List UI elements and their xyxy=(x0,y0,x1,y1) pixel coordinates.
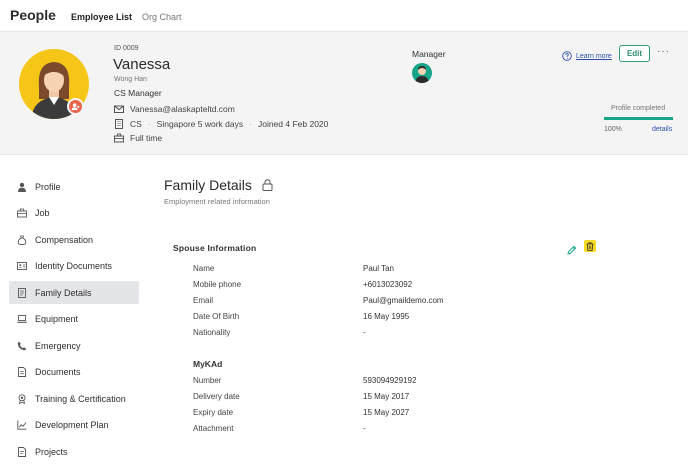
field-value-mobile: +6013023092 xyxy=(363,280,413,289)
laptop-icon xyxy=(17,314,27,324)
employee-name: Vanessa xyxy=(113,56,171,73)
sidebar-item-label: Equipment xyxy=(35,314,79,324)
field-label-nationality: Nationality xyxy=(193,328,231,337)
employee-location: Singapore 5 work days xyxy=(156,119,244,129)
learn-more-link[interactable]: Learn more xyxy=(562,51,612,61)
profile-progress-fill xyxy=(604,117,673,120)
employee-id: ID 0009 xyxy=(114,45,139,52)
email-row: Vanessa@alaskapteltd.com xyxy=(114,104,235,114)
separator-dot: · xyxy=(249,119,252,129)
document-icon xyxy=(17,367,27,377)
section-subtitle: Employment related information xyxy=(164,197,270,206)
sidebar-item-label: Development Plan xyxy=(35,420,109,430)
sidebar-item-label: Emergency xyxy=(35,340,81,351)
sidebar-item-label: Profile xyxy=(35,181,61,192)
sidebar-item-development-plan[interactable]: Development Plan xyxy=(9,414,139,437)
tab-org-chart[interactable]: Org Chart xyxy=(142,12,182,22)
field-label-delivery-date: Delivery date xyxy=(193,392,240,401)
section-title-text: Family Details xyxy=(164,177,252,193)
money-bag-icon xyxy=(17,235,27,245)
employee-title: CS Manager xyxy=(114,88,162,98)
family-doc-icon xyxy=(17,287,27,298)
field-value-number: 593094929192 xyxy=(363,376,417,385)
edit-button[interactable]: Edit xyxy=(619,45,650,62)
employee-joined: Joined 4 Feb 2020 xyxy=(257,119,329,129)
delete-trash-icon[interactable] xyxy=(584,240,596,252)
manager-label: Manager xyxy=(412,49,446,59)
phone-icon xyxy=(17,341,27,351)
field-label-name: Name xyxy=(193,264,215,273)
field-value-attachment[interactable]: - xyxy=(363,424,366,433)
field-label-mobile: Mobile phone xyxy=(193,280,242,289)
sidebar-item-identity-documents[interactable]: Identity Documents xyxy=(9,255,139,278)
employment-type-row: Full time xyxy=(114,133,162,143)
lock-icon xyxy=(262,179,273,191)
manager-avatar[interactable] xyxy=(412,63,432,83)
profile-progress-bar xyxy=(604,117,673,120)
app-title: People xyxy=(10,7,56,23)
separator-dot: · xyxy=(147,119,151,129)
spouse-info-heading: Spouse Information xyxy=(173,243,257,253)
id-card-icon xyxy=(17,261,27,271)
building-icon xyxy=(114,119,124,129)
sidebar-item-label: Training & Certification xyxy=(35,393,126,404)
employee-alt-name: Wong Han xyxy=(114,76,147,83)
org-row: CS · Singapore 5 work days · Joined 4 Fe… xyxy=(114,119,328,129)
edit-pencil-icon[interactable] xyxy=(567,242,577,255)
field-value-expiry-date: 15 May 2027 xyxy=(363,408,410,417)
more-options-icon[interactable]: ··· xyxy=(657,46,670,57)
field-label-email: Email xyxy=(193,296,214,305)
mykad-heading: MyKAd xyxy=(193,359,223,369)
field-label-expiry-date: Expiry date xyxy=(193,408,234,417)
sidebar-item-label: Compensation xyxy=(35,234,94,245)
sidebar-nav: Profile Job Compensation Identity Docume… xyxy=(9,175,139,466)
sidebar-item-equipment[interactable]: Equipment xyxy=(9,308,139,331)
sidebar-item-compensation[interactable]: Compensation xyxy=(9,228,139,251)
sidebar-item-label: Identity Documents xyxy=(35,261,113,271)
sidebar-item-label: Documents xyxy=(35,367,81,377)
employee-employment-type: Full time xyxy=(130,133,163,143)
sidebar-item-training-certification[interactable]: Training & Certification xyxy=(9,387,139,410)
field-label-dob: Date Of Birth xyxy=(193,312,240,321)
user-icon xyxy=(17,182,27,192)
sidebar-item-emergency[interactable]: Emergency xyxy=(9,334,139,357)
sidebar-item-label: Projects xyxy=(35,446,68,457)
mail-icon xyxy=(114,104,124,114)
profile-details-link[interactable]: details xyxy=(652,126,672,133)
award-icon xyxy=(17,393,27,404)
section-title: Family Details xyxy=(164,177,273,193)
field-value-name: Paul Tan xyxy=(363,264,394,273)
field-value-email: Paul@gmaildemo.com xyxy=(363,296,444,305)
sidebar-item-profile[interactable]: Profile xyxy=(9,175,139,198)
field-label-number: Number xyxy=(193,376,222,385)
field-value-delivery-date: 15 May 2017 xyxy=(363,392,410,401)
sidebar-item-label: Job xyxy=(35,208,50,218)
employee-department: CS xyxy=(130,119,142,129)
field-value-dob: 16 May 1995 xyxy=(363,312,410,321)
tab-employee-list[interactable]: Employee List xyxy=(71,12,132,22)
sidebar-item-job[interactable]: Job xyxy=(9,202,139,225)
sidebar-item-projects[interactable]: Projects xyxy=(9,440,139,463)
field-label-attachment: Attachment xyxy=(193,424,234,433)
employee-email[interactable]: Vanessa@alaskapteltd.com xyxy=(130,104,235,114)
briefcase-icon xyxy=(114,133,124,143)
help-circle-icon xyxy=(562,51,572,61)
sidebar-item-label: Family Details xyxy=(35,287,92,298)
sidebar-item-family-details[interactable]: Family Details xyxy=(9,281,139,304)
employee-header: ID 0009 Vanessa Wong Han CS Manager Vane… xyxy=(0,31,688,155)
briefcase-icon xyxy=(17,208,27,218)
top-bar: People Employee List Org Chart xyxy=(0,0,688,31)
chart-icon xyxy=(17,420,27,430)
profile-completed-label: Profile completed xyxy=(611,105,666,112)
sidebar-item-documents[interactable]: Documents xyxy=(9,361,139,384)
profile-percent: 100% xyxy=(604,126,622,133)
field-value-nationality: - xyxy=(363,328,366,337)
folder-icon xyxy=(17,446,27,457)
learn-more-label: Learn more xyxy=(576,52,612,60)
change-photo-icon[interactable] xyxy=(67,98,84,115)
